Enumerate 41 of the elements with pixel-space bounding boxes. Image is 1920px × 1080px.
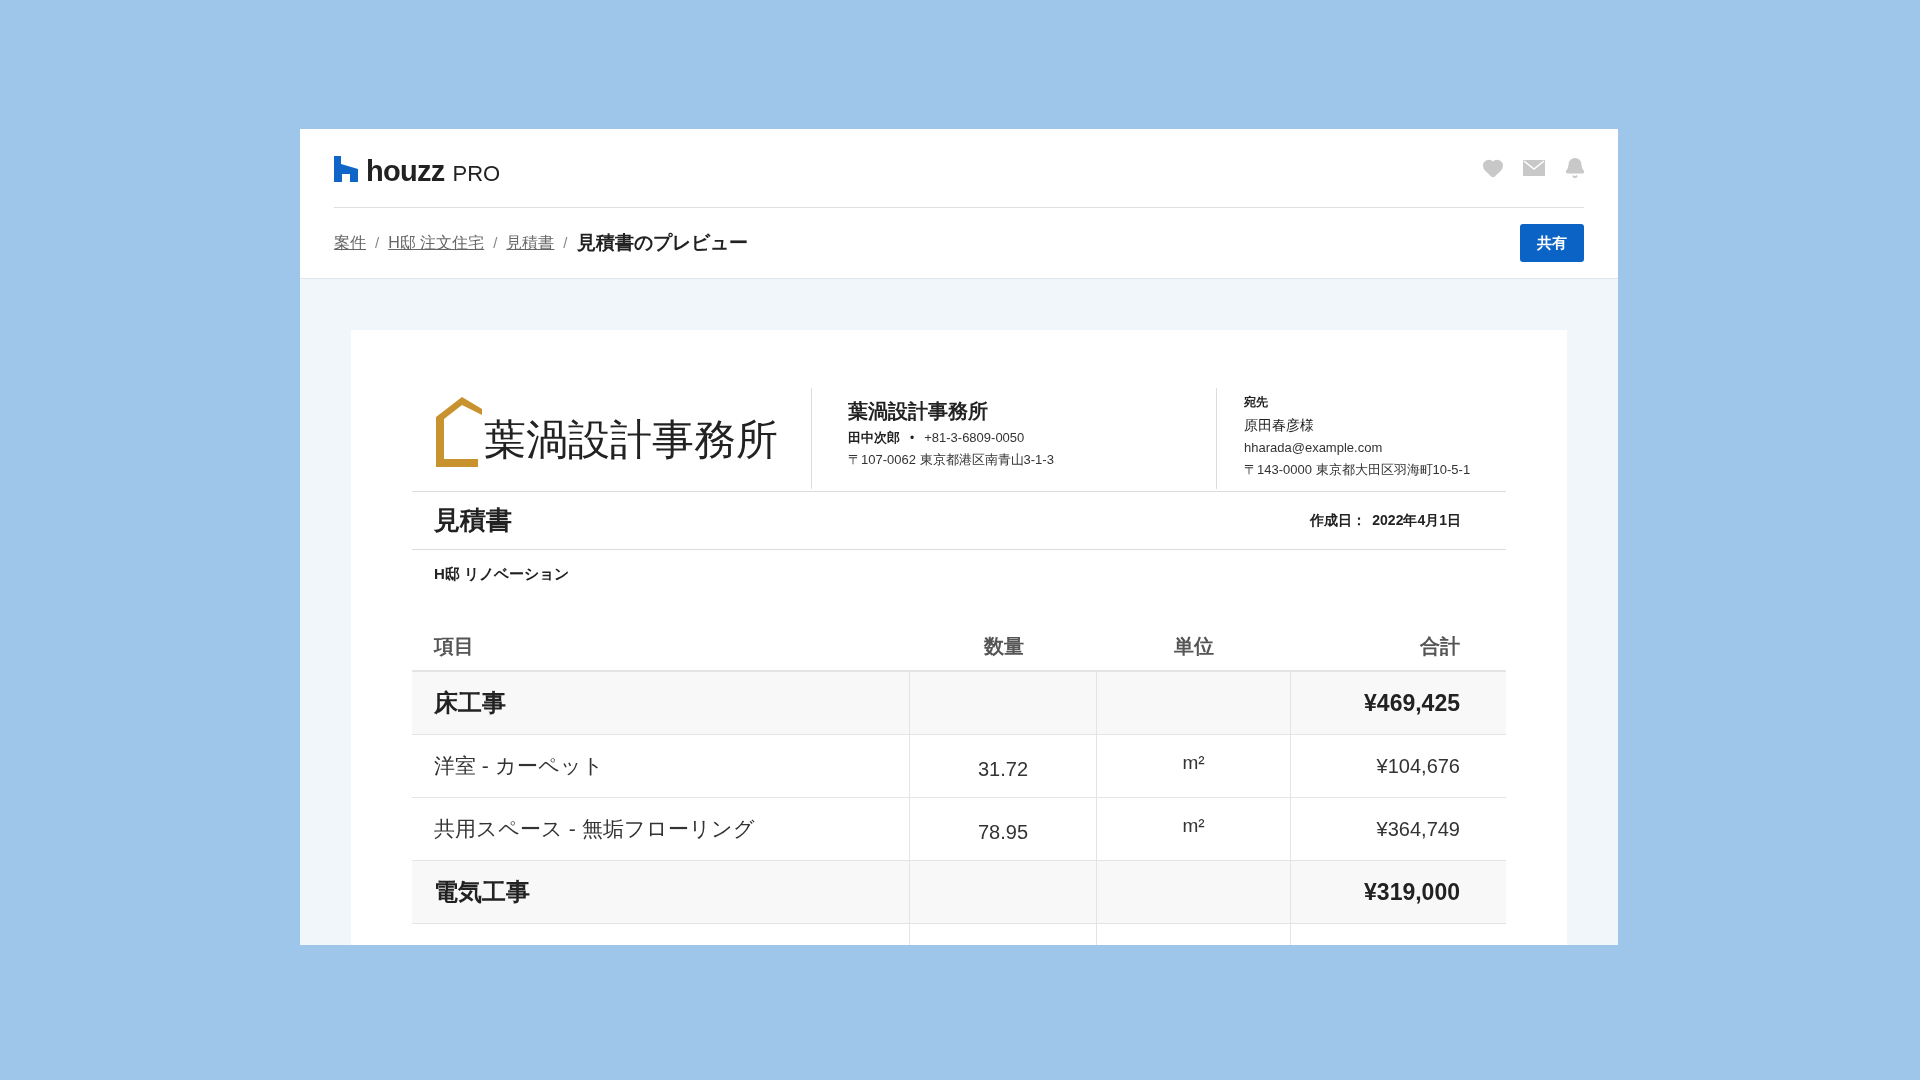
table-cell-text: 洋室 - カーペット — [434, 753, 604, 780]
brand-logo[interactable]: houzz PRO — [334, 156, 501, 186]
breadcrumb-link[interactable]: 見積書 — [506, 231, 555, 255]
column-header: 合計 — [1419, 634, 1461, 659]
share-button[interactable]: 共有 — [1520, 224, 1584, 262]
column-header: 数量 — [982, 634, 1025, 659]
table-cell-text: 31.72 — [977, 757, 1029, 782]
table-cell-text: ¥469,425 — [1364, 688, 1460, 718]
table-cell-text: m² — [1182, 750, 1205, 775]
table-cell-text: ¥364,749 — [1376, 817, 1460, 842]
breadcrumb-separator: / — [375, 232, 380, 253]
contact-person: 田中次郎 — [848, 429, 900, 447]
recipient-label: 宛先 — [1244, 394, 1269, 411]
date-label: 作成日： — [1310, 511, 1367, 530]
table-cell-text: 共用スペース - 無垢フローリング — [434, 816, 755, 843]
company-address: 〒107-0062 東京都港区南青山3-1-3 — [848, 450, 1055, 469]
company-name: 葉渦設計事務所 — [848, 399, 989, 424]
breadcrumb-separator: / — [563, 232, 568, 253]
breadcrumb-current: 見積書のプレビュー — [576, 230, 748, 255]
table-cell-text: ¥319,000 — [1364, 877, 1460, 907]
table-cell-text: m² — [1182, 813, 1205, 838]
recipient-email: hharada@example.com — [1244, 439, 1384, 457]
project-name: H邸 リノベーション — [434, 565, 569, 582]
table-cell-text: 78.95 — [977, 820, 1029, 845]
table-cell-text: 床工事 — [434, 688, 506, 718]
document-title: 見積書 — [434, 504, 512, 537]
contact-phone: +81-3-6809-0050 — [924, 429, 1025, 447]
recipient-name: 原田春彦様 — [1244, 416, 1315, 435]
breadcrumb-link[interactable]: H邸 注文住宅 — [388, 231, 485, 255]
contact-separator: • — [910, 429, 915, 447]
breadcrumb-link[interactable]: 案件 — [334, 231, 366, 255]
brand-name: houzz — [366, 157, 445, 186]
column-header: 単位 — [1173, 634, 1215, 659]
company-logo-text: 葉渦設計事務所 — [484, 419, 778, 461]
breadcrumb-separator: / — [493, 232, 498, 253]
recipient-address: 〒143-0000 東京都大田区羽海町10-5-1 — [1244, 460, 1472, 479]
column-header: 項目 — [432, 634, 475, 659]
table-cell-text: ¥104,676 — [1376, 754, 1460, 779]
table-cell-text: 電気工事 — [434, 877, 530, 907]
date-value: 2022年4月1日 — [1372, 511, 1461, 530]
brand-suffix: PRO — [452, 163, 501, 185]
